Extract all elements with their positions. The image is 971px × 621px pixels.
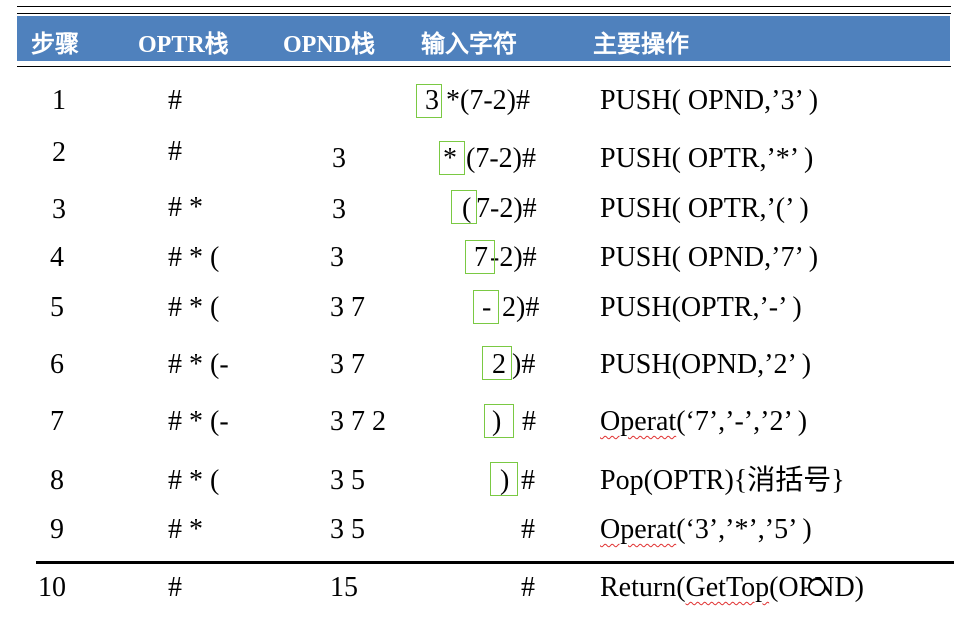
- opnd-cell: 3 5: [330, 465, 365, 496]
- top-rule: [17, 6, 951, 7]
- optr-cell: # * (: [168, 465, 220, 496]
- header-top-rule: [17, 13, 951, 14]
- step-cell: 8: [50, 465, 64, 496]
- header-step: 步骤: [31, 32, 79, 58]
- current-char-box: [416, 84, 442, 118]
- step-cell: 3: [52, 194, 66, 225]
- optr-cell: # * (: [168, 292, 220, 323]
- optr-cell: # *: [168, 192, 203, 223]
- opnd-cell: 3 7: [330, 349, 365, 380]
- current-char-box: [465, 240, 495, 274]
- operation-cell: Operat(‘3’,’*’,’5’ ): [600, 516, 812, 544]
- opnd-cell: 3: [330, 242, 344, 273]
- opnd-cell: 3 5: [330, 514, 365, 545]
- operat-args: (‘3’,’*’,’5’ ): [676, 514, 812, 545]
- optr-cell: #: [168, 136, 182, 167]
- step-cell: 9: [50, 514, 64, 545]
- operation-cell: PUSH( OPND,’3’ ): [600, 85, 819, 116]
- header-input: 输入字符: [421, 32, 517, 58]
- current-char-box: [482, 346, 512, 380]
- final-row-separator: [36, 561, 954, 564]
- optr-cell: #: [168, 572, 182, 603]
- current-char-box: [439, 141, 465, 175]
- cursor-marker-icon: [808, 578, 826, 596]
- optr-cell: # *: [168, 514, 203, 545]
- step-cell: 5: [50, 292, 64, 323]
- input-rest: #: [521, 465, 535, 496]
- operation-cell: PUSH(OPND,’2’ ): [600, 349, 812, 380]
- operat-word: Operat: [600, 406, 677, 437]
- return-prefix: Return(: [600, 572, 686, 603]
- operation-cell: PUSH( OPND,’7’ ): [600, 242, 819, 273]
- header-opnd: OPND栈: [283, 32, 375, 58]
- step-cell: 10: [38, 572, 66, 603]
- operation-cell: PUSH( OPTR,’*’ ): [600, 143, 814, 174]
- input-rest: #: [521, 514, 535, 545]
- input-rest: )#: [512, 349, 536, 380]
- optr-cell: #: [168, 85, 182, 116]
- step-cell: 2: [52, 137, 66, 168]
- input-rest: -2)#: [490, 242, 537, 273]
- opnd-cell: 3 7: [330, 292, 365, 323]
- header-bottom-rule: [17, 66, 951, 67]
- table-header: 步骤 OPTR栈 OPND栈 输入字符 主要操作: [17, 16, 950, 61]
- current-char-box: [451, 190, 477, 224]
- gettop-word: GetTop: [685, 572, 770, 603]
- step-cell: 1: [52, 85, 66, 116]
- opnd-cell: 3 7 2: [330, 406, 386, 437]
- input-rest: *(7-2)#: [446, 85, 530, 116]
- operation-cell: Pop(OPTR){消括号}: [600, 465, 845, 496]
- operat-args: (‘7’,’-’,’2’ ): [676, 406, 808, 437]
- step-cell: 6: [50, 349, 64, 380]
- input-rest: #: [522, 406, 536, 437]
- input-rest: 2)#: [502, 292, 540, 323]
- operat-word: Operat: [600, 514, 677, 545]
- step-cell: 4: [50, 242, 64, 273]
- opnd-cell: 15: [330, 572, 358, 603]
- input-rest: (7-2)#: [466, 143, 536, 174]
- operation-cell: PUSH( OPTR,’(’ ): [600, 193, 809, 224]
- optr-cell: # * (: [168, 242, 220, 273]
- opnd-cell: 3: [332, 194, 346, 225]
- input-rest: 7-2)#: [476, 193, 537, 224]
- current-char-box: [490, 462, 518, 496]
- step-cell: 7: [50, 406, 64, 437]
- current-char-box: [484, 404, 514, 438]
- opnd-cell: 3: [332, 143, 346, 174]
- operation-cell: Operat(‘7’,’-’,’2’ ): [600, 408, 807, 436]
- operation-cell: PUSH(OPTR,’-’ ): [600, 292, 802, 323]
- header-optr: OPTR栈: [138, 32, 229, 58]
- input-rest: #: [521, 572, 535, 603]
- optr-cell: # * (-: [168, 349, 229, 380]
- header-operation: 主要操作: [593, 32, 689, 58]
- current-char-box: [473, 290, 499, 324]
- optr-cell: # * (-: [168, 406, 229, 437]
